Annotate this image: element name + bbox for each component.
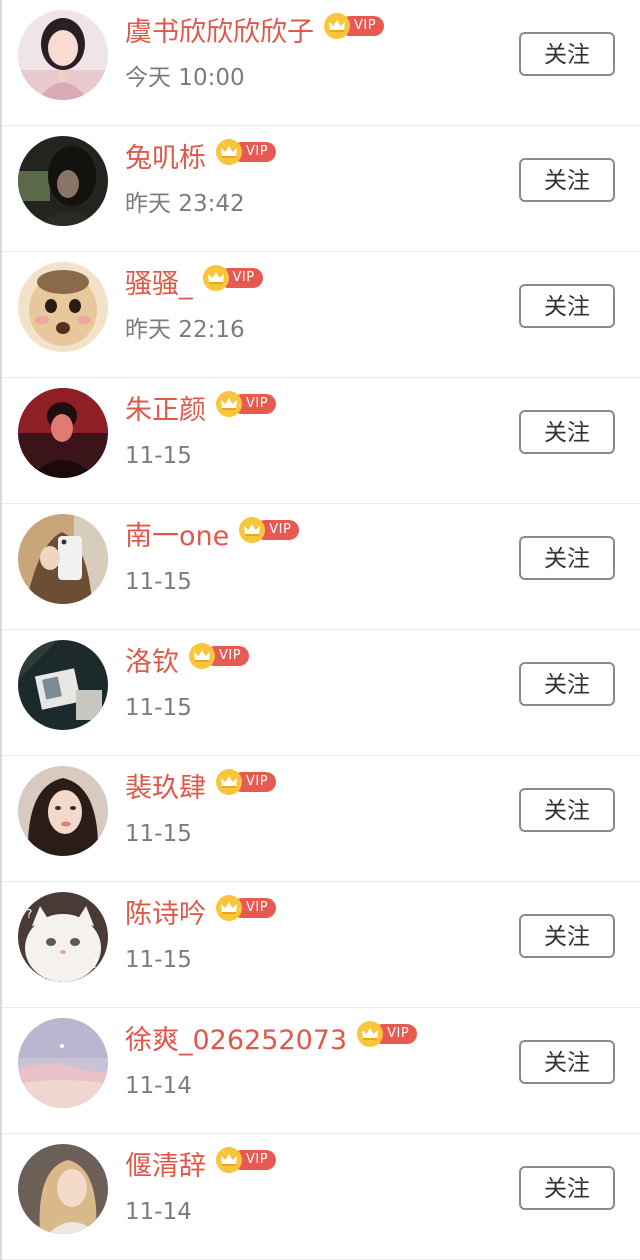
user-name[interactable]: 徐爽_026252073: [125, 1022, 347, 1060]
avatar[interactable]: [18, 640, 108, 730]
user-name[interactable]: 裴玖肆: [125, 770, 206, 808]
vip-badge: VIP: [239, 517, 300, 543]
timestamp: 11-15: [125, 695, 192, 721]
follow-button[interactable]: 关注: [519, 788, 615, 832]
timestamp: 11-15: [125, 947, 192, 973]
user-name[interactable]: 陈诗吟: [125, 896, 206, 934]
avatar[interactable]: [18, 766, 108, 856]
avatar[interactable]: [18, 1018, 108, 1108]
timestamp: 11-15: [125, 569, 192, 595]
list-item[interactable]: 裴玖肆 VIP 11-15 关注: [2, 756, 640, 882]
timestamp: 今天 10:00: [125, 65, 245, 91]
name-line: 偃清辞 VIP: [125, 1147, 277, 1186]
crown-icon: [216, 895, 242, 921]
avatar[interactable]: [18, 262, 108, 352]
avatar-image: [18, 1144, 108, 1234]
timestamp: 昨天 23:42: [125, 191, 245, 217]
vip-badge: VIP: [324, 13, 385, 39]
vip-badge: VIP: [357, 1021, 418, 1047]
user-name[interactable]: 虞书欣欣欣欣子: [125, 14, 314, 52]
list-item[interactable]: 虞书欣欣欣欣子 VIP 今天 10:00 关注: [2, 0, 640, 126]
avatar-image: ? ?: [18, 892, 108, 982]
vip-badge: VIP: [216, 1147, 277, 1173]
crown-icon: [357, 1021, 384, 1047]
follow-button[interactable]: 关注: [519, 284, 615, 328]
user-name[interactable]: 偃清辞: [125, 1148, 206, 1186]
vip-badge: VIP: [216, 391, 277, 417]
avatar[interactable]: [18, 388, 108, 478]
avatar[interactable]: [18, 136, 108, 226]
follow-list: 虞书欣欣欣欣子 VIP 今天 10:00 关注 兔叽栎 VIP 昨天 23:42…: [0, 0, 640, 1260]
crown-icon: [202, 265, 229, 291]
user-name[interactable]: 朱正颜: [125, 392, 206, 430]
avatar[interactable]: [18, 10, 108, 100]
vip-badge: VIP: [216, 769, 277, 795]
avatar-image: [18, 262, 108, 352]
timestamp: 11-14: [125, 1199, 192, 1225]
name-line: 骚骚_ VIP: [125, 265, 263, 304]
user-name[interactable]: 兔叽栎: [125, 140, 206, 178]
crown-icon: [216, 769, 242, 795]
follow-button[interactable]: 关注: [519, 410, 615, 454]
avatar[interactable]: [18, 514, 108, 604]
svg-text:?: ?: [92, 957, 98, 971]
avatar-image: [18, 640, 108, 730]
timestamp: 11-15: [125, 821, 192, 847]
list-item[interactable]: ? ? 陈诗吟 VIP 11-15 关注: [2, 882, 640, 1008]
avatar[interactable]: ? ?: [18, 892, 108, 982]
crown-icon: [324, 13, 350, 39]
name-line: 南一one VIP: [125, 517, 300, 556]
user-name[interactable]: 洛钦: [125, 644, 179, 682]
svg-text:?: ?: [26, 907, 32, 921]
avatar-image: [18, 388, 108, 478]
name-line: 徐爽_026252073 VIP: [125, 1021, 418, 1060]
avatar-image: [18, 766, 108, 856]
vip-badge: VIP: [202, 265, 263, 291]
name-line: 陈诗吟 VIP: [125, 895, 277, 934]
crown-icon: [216, 1147, 242, 1173]
vip-badge: VIP: [216, 895, 277, 921]
list-item[interactable]: 洛钦 VIP 11-15 关注: [2, 630, 640, 756]
crown-icon: [216, 391, 242, 417]
timestamp: 昨天 22:16: [125, 317, 245, 343]
list-item[interactable]: 朱正颜 VIP 11-15 关注: [2, 378, 640, 504]
avatar[interactable]: [18, 1144, 108, 1234]
name-line: 洛钦 VIP: [125, 643, 250, 682]
follow-button[interactable]: 关注: [519, 1166, 615, 1210]
name-line: 裴玖肆 VIP: [125, 769, 277, 808]
timestamp: 11-15: [125, 443, 192, 469]
vip-badge: VIP: [189, 643, 250, 669]
list-item[interactable]: 兔叽栎 VIP 昨天 23:42 关注: [2, 126, 640, 252]
timestamp: 11-14: [125, 1073, 192, 1099]
follow-button[interactable]: 关注: [519, 536, 615, 580]
user-name[interactable]: 骚骚_: [125, 266, 193, 304]
user-name[interactable]: 南一one: [125, 518, 229, 556]
vip-badge: VIP: [216, 139, 277, 165]
list-item[interactable]: 骚骚_ VIP 昨天 22:16 关注: [2, 252, 640, 378]
avatar-image: [18, 1018, 108, 1108]
follow-button[interactable]: 关注: [519, 158, 615, 202]
name-line: 兔叽栎 VIP: [125, 139, 277, 178]
crown-icon: [216, 139, 242, 165]
list-item[interactable]: 南一one VIP 11-15 关注: [2, 504, 640, 630]
name-line: 虞书欣欣欣欣子 VIP: [125, 13, 385, 52]
avatar-image: [18, 136, 108, 226]
follow-button[interactable]: 关注: [519, 914, 615, 958]
follow-button[interactable]: 关注: [519, 662, 615, 706]
name-line: 朱正颜 VIP: [125, 391, 277, 430]
follow-button[interactable]: 关注: [519, 32, 615, 76]
avatar-image: [18, 514, 108, 604]
list-item[interactable]: 徐爽_026252073 VIP 11-14 关注: [2, 1008, 640, 1134]
crown-icon: [189, 643, 215, 669]
avatar-image: [18, 10, 108, 100]
follow-button[interactable]: 关注: [519, 1040, 615, 1084]
list-item[interactable]: 偃清辞 VIP 11-14 关注: [2, 1134, 640, 1260]
